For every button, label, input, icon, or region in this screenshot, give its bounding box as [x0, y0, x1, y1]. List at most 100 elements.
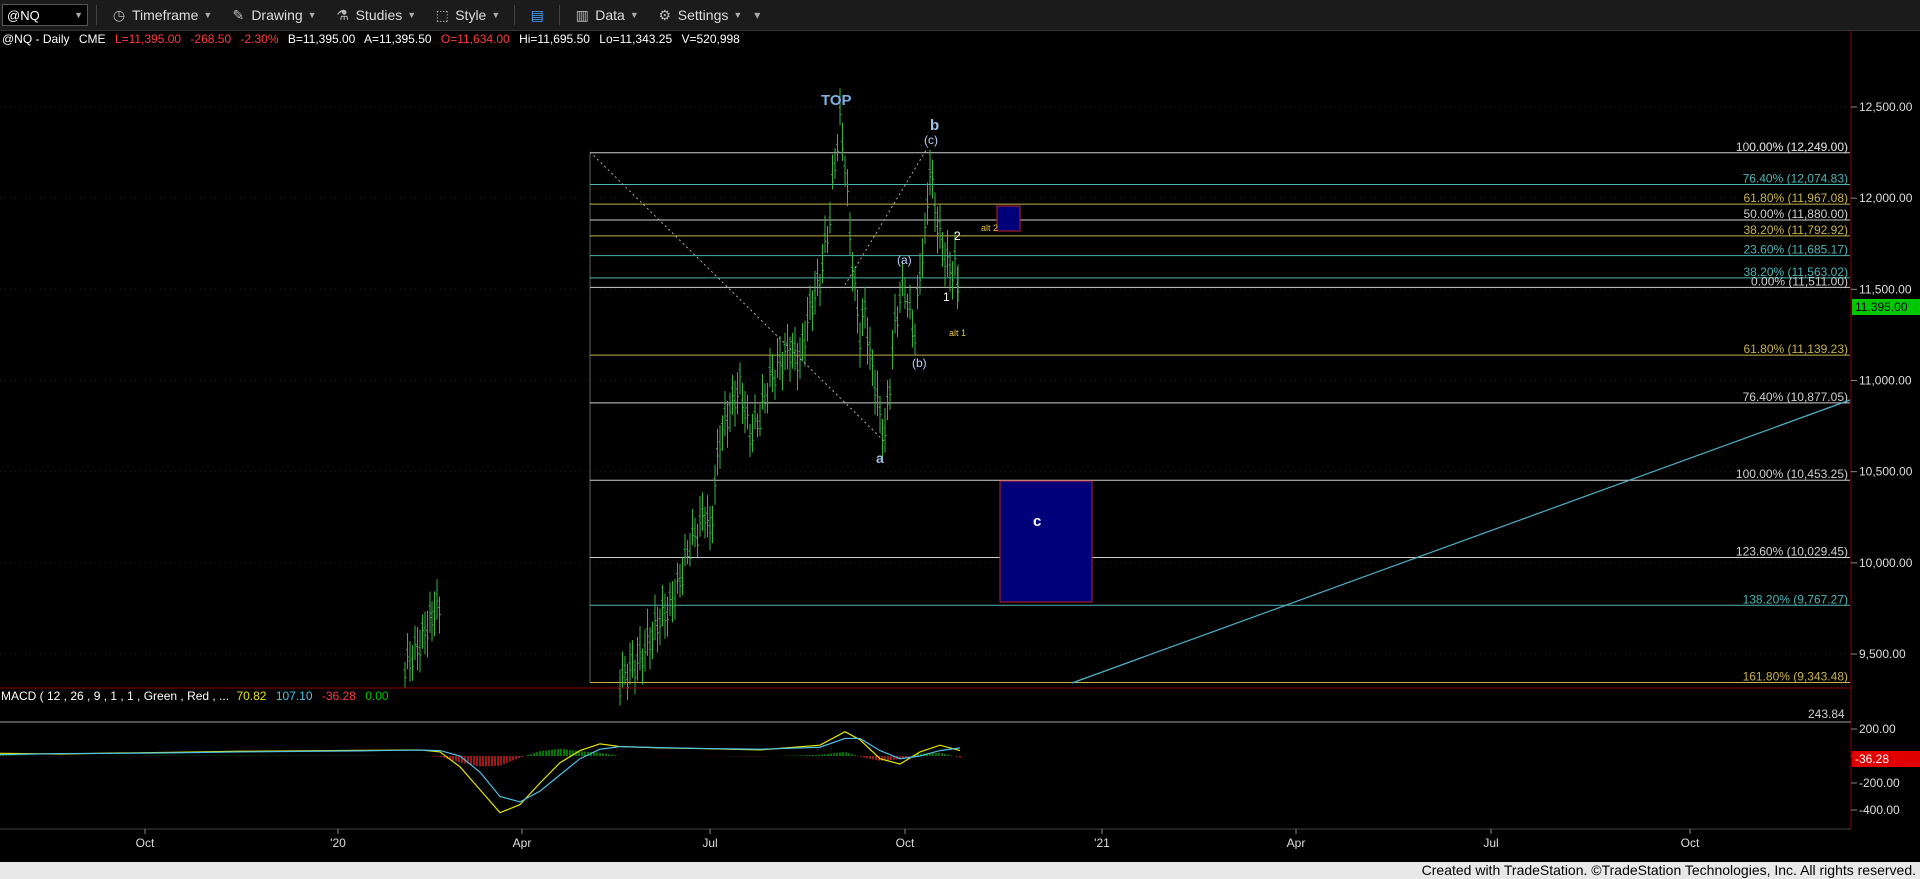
fib-level-label: 61.80% (11,139.23): [1743, 342, 1848, 356]
chart-area[interactable]: @NQ - Daily CME L=11,395.00 -268.50 -2.3…: [0, 31, 1920, 850]
macd-label: MACD ( 12 , 26 , 9 , 1 , 1 , Green , Red…: [1, 689, 229, 703]
drawing-label: Drawing: [251, 7, 303, 23]
bid-price: B=11,395.00: [288, 32, 356, 46]
low-price: Lo=11,343.25: [599, 32, 672, 46]
data-button[interactable]: ▥ Data ▼: [568, 3, 645, 27]
price-tick-label: 9,500.00: [1859, 647, 1906, 661]
gridlines: [0, 106, 1851, 655]
price-tick-label: 12,000.00: [1859, 191, 1913, 205]
time-axis: Oct '20 Apr Jul Oct '21 Apr Jul Oct: [136, 829, 1700, 850]
fib-level-label: 0.00% (11,511.00): [1751, 274, 1848, 288]
price-tick-label: 11,000.00: [1859, 374, 1912, 388]
price-axis: 12,500.00 12,000.00 11,500.00 11,000.00 10,5…: [1851, 100, 1913, 661]
price-tick-label: 11,500.00: [1859, 282, 1912, 296]
chevron-down-icon: ▼: [629, 10, 639, 20]
annotation-alt2: alt 2: [981, 223, 998, 233]
style-button[interactable]: ⬚ Style ▼: [428, 3, 506, 27]
fib-level-label: 38.20% (11,792.92): [1743, 223, 1848, 237]
macd-header: MACD ( 12 , 26 , 9 , 1 , 1 , Green , Red…: [1, 689, 389, 703]
settings-button[interactable]: ⚙ Settings ▼: [651, 3, 749, 27]
price-bars: [403, 88, 960, 706]
fib-level-label: 76.40% (12,074.83): [1743, 172, 1848, 186]
annotation-top: TOP: [821, 92, 852, 109]
fib-level-label: 123.60% (10,029.45): [1736, 544, 1848, 558]
time-tick-label: Oct: [896, 836, 915, 849]
drawing-button[interactable]: ✎ Drawing ▼: [224, 3, 322, 27]
net-change: -268.50: [190, 32, 231, 46]
macd-signal-value: 107.10: [276, 689, 313, 703]
macd-histogram: [0, 748, 961, 767]
time-tick-label: Jul: [702, 836, 717, 849]
price-tick-label: 12,500.00: [1859, 100, 1913, 114]
price-tick-label: 10,500.00: [1859, 465, 1913, 479]
fib-level-label: 161.80% (9,343.48): [1743, 670, 1848, 684]
macd-tick-label: 200.00: [1859, 722, 1896, 736]
symbol-input[interactable]: @NQ ▼: [2, 4, 88, 26]
toolbar-divider: [96, 5, 97, 25]
bar-chart-icon: ▥: [575, 7, 589, 23]
chart-header: @NQ - Daily CME L=11,395.00 -268.50 -2.3…: [2, 32, 740, 46]
studies-button[interactable]: ⚗ Studies ▼: [329, 3, 423, 27]
flask-icon: ⚗: [336, 7, 349, 23]
dotted-trendline-up[interactable]: [844, 146, 929, 286]
fib-level-label: 23.60% (11,685.17): [1743, 243, 1848, 257]
last-price: L=11,395.00: [115, 32, 182, 46]
style-icon: ⬚: [435, 7, 449, 23]
pct-change: -2.30%: [240, 32, 278, 46]
volume: V=520,998: [681, 32, 740, 46]
studies-label: Studies: [355, 7, 403, 23]
footer: Created with TradeStation. ©TradeStation…: [0, 862, 1920, 879]
time-tick-label: Apr: [513, 836, 532, 849]
clock-icon: ◷: [112, 7, 126, 23]
chevron-down-icon: ▼: [203, 10, 213, 20]
time-tick-label: '20: [330, 836, 346, 849]
layout-icon: ▤: [530, 7, 544, 23]
current-price-label: 11,395.00: [1855, 300, 1908, 314]
fib-level-label: 138.20% (9,767.27): [1743, 592, 1848, 606]
annotation-2: 2: [954, 229, 961, 243]
c-target-box[interactable]: [999, 480, 1093, 603]
copyright-text: Created with TradeStation. ©TradeStation…: [1421, 862, 1916, 878]
timeframe-label: Timeframe: [132, 7, 199, 23]
macd-signal-line: [0, 737, 961, 803]
chevron-down-icon: ▼: [733, 10, 743, 20]
timeframe-button[interactable]: ◷ Timeframe ▼: [105, 3, 218, 27]
annotation-c: c: [1033, 513, 1041, 530]
fib-level-label: 100.00% (10,453.25): [1736, 467, 1848, 481]
time-tick-label: '21: [1094, 836, 1110, 849]
exchange-label: CME: [79, 32, 106, 46]
chart-title: @NQ - Daily: [2, 32, 70, 46]
time-tick-label: Jul: [1483, 836, 1498, 849]
fib-retracement[interactable]: 100.00% (12,249.00)0.00% (12,249.00)76.4…: [589, 140, 1850, 684]
macd-value: 70.82: [236, 689, 266, 703]
annotation-a: a: [876, 450, 884, 466]
style-label: Style: [455, 7, 487, 23]
price-tick-label: 10,000.00: [1859, 556, 1913, 570]
trendline-support[interactable]: [1071, 399, 1851, 684]
annotation-1: 1: [943, 290, 950, 304]
gear-icon: ⚙: [658, 7, 672, 23]
fib-level-label: 61.80% (11,967.08): [1743, 191, 1848, 205]
chevron-down-icon: ▼: [74, 10, 83, 20]
chevron-down-icon: ▼: [491, 10, 501, 20]
ask-price: A=11,395.50: [364, 32, 432, 46]
overflow-icon[interactable]: ▾: [754, 8, 760, 22]
time-tick-label: Apr: [1287, 836, 1306, 849]
toolbar-divider: [514, 5, 516, 25]
annotation-alt1: alt 1: [949, 328, 966, 338]
chevron-down-icon: ▼: [407, 10, 417, 20]
fib-level-label: 50.00% (11,880.00): [1743, 207, 1848, 221]
macd-tick-label: -400.00: [1859, 803, 1900, 817]
alt2-target-box[interactable]: [996, 205, 1021, 232]
chevron-down-icon: ▼: [307, 10, 317, 20]
settings-label: Settings: [677, 7, 729, 23]
macd-diff-value: -36.28: [322, 689, 356, 703]
data-label: Data: [595, 7, 625, 23]
macd-level-label: 243.84: [1808, 707, 1845, 721]
macd-current-label: -36.28: [1855, 752, 1889, 766]
time-tick-label: Oct: [1681, 836, 1700, 849]
annotation-b: b: [930, 117, 939, 134]
annotation-a-paren: (a): [897, 253, 912, 267]
price-chart[interactable]: @NQ - Daily CME L=11,395.00 -268.50 -2.3…: [0, 31, 1920, 850]
layout-button[interactable]: ▤: [523, 3, 551, 27]
